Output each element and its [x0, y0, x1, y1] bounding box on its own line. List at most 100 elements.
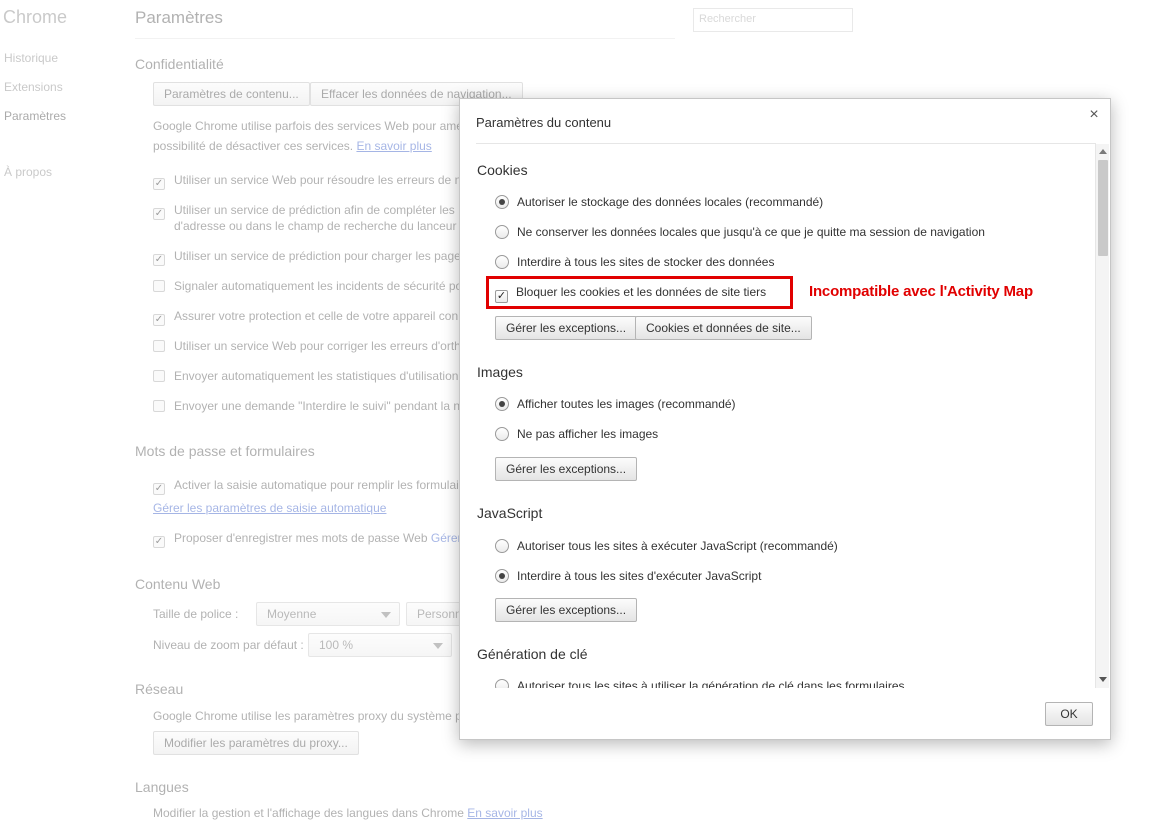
annotation-highlight-box [486, 276, 793, 309]
check-label: d'adresse ou dans le champ de recherche … [174, 219, 467, 233]
check-label: Signaler automatiquement les incidents d… [174, 279, 466, 293]
privacy-check-security-incidents[interactable]: Signaler automatiquement les incidents d… [153, 279, 466, 293]
images-option-hide[interactable]: Ne pas afficher les images [495, 427, 658, 441]
javascript-manage-exceptions-button[interactable]: Gérer les exceptions... [495, 598, 638, 622]
scroll-down-arrow-icon[interactable] [1099, 677, 1107, 682]
privacy-check-do-not-track[interactable]: Envoyer une demande "Interdire le suivi"… [153, 399, 460, 413]
languages-learn-more-link[interactable]: En savoir plus [467, 806, 542, 820]
save-passwords-check[interactable]: ✓ Proposer d'enregistrer mes mots de pass… [153, 531, 462, 548]
privacy-check-protection[interactable]: ✓ Assurer votre protection et celle de vo… [153, 309, 458, 326]
checkbox[interactable]: ✓ [153, 483, 165, 495]
customize-fonts-button[interactable]: Personn [406, 602, 466, 626]
radio-button[interactable] [495, 679, 509, 688]
search-input[interactable]: Rechercher [693, 8, 853, 32]
manage-passwords-link[interactable]: Gérer [431, 531, 462, 545]
dialog-title: Paramètres du contenu [476, 115, 612, 130]
images-manage-exceptions-button[interactable]: Gérer les exceptions... [495, 457, 638, 481]
cookies-site-data-button[interactable]: Cookies et données de site... [635, 316, 812, 340]
webcontent-heading: Contenu Web [135, 576, 221, 592]
cookies-option-session[interactable]: Ne conserver les données locales que jus… [495, 225, 985, 239]
option-label: Afficher toutes les images (recommandé) [517, 397, 736, 411]
checkbox[interactable] [153, 280, 165, 292]
privacy-description: Google Chrome utilise parfois des servic… [153, 119, 463, 133]
images-heading: Images [477, 364, 523, 380]
sidebar-item-settings[interactable]: Paramètres [4, 109, 66, 123]
checkbox[interactable]: ✓ [153, 208, 165, 220]
option-label: Ne conserver les données locales que jus… [517, 225, 985, 239]
network-heading: Réseau [135, 681, 184, 697]
close-icon[interactable]: × [1086, 107, 1102, 123]
ok-button[interactable]: OK [1045, 702, 1093, 726]
cookies-heading: Cookies [477, 162, 528, 178]
radio-button[interactable] [495, 255, 509, 269]
check-label: Utiliser un service de prédiction pour c… [174, 249, 461, 263]
zoom-select[interactable]: 100 % [308, 633, 452, 657]
checkbox[interactable]: ✓ [153, 536, 165, 548]
cookies-option-block[interactable]: Interdire à tous les sites de stocker de… [495, 255, 774, 269]
languages-description-line: Modifier la gestion et l'affichage des l… [153, 806, 543, 820]
languages-heading: Langues [135, 779, 189, 795]
checkbox[interactable] [153, 370, 165, 382]
images-option-show[interactable]: Afficher toutes les images (recommandé) [495, 397, 736, 411]
title-divider [135, 38, 675, 39]
check-label: Envoyer automatiquement les statistiques… [174, 369, 459, 383]
option-label: Autoriser le stockage des données locale… [517, 195, 824, 209]
privacy-check-prediction[interactable]: ✓ Utiliser un service de prédiction afin … [153, 203, 455, 220]
keygen-option-allow[interactable]: Autoriser tous les sites à utiliser la g… [495, 679, 905, 688]
content-settings-dialog: Paramètres du contenu × Cookies Autorise… [459, 98, 1111, 740]
privacy-check-preload[interactable]: ✓ Utiliser un service de prédiction pour … [153, 249, 461, 266]
checkbox[interactable] [153, 340, 165, 352]
autofill-check[interactable]: ✓ Activer la saisie automatique pour remp… [153, 478, 459, 495]
privacy-description-line2: possibilité de désactiver ces services. … [153, 139, 432, 153]
scroll-up-arrow-icon[interactable] [1099, 149, 1107, 154]
radio-button[interactable] [495, 569, 509, 583]
network-description: Google Chrome utilise les paramètres pro… [153, 709, 462, 723]
option-label: Interdire à tous les sites d'exécuter Ja… [517, 569, 762, 583]
font-size-value: Moyenne [267, 607, 317, 621]
sidebar-item-history[interactable]: Historique [4, 51, 58, 65]
font-size-select[interactable]: Moyenne [256, 602, 400, 626]
checkbox[interactable]: ✓ [153, 178, 165, 190]
check-label: Proposer d'enregistrer mes mots de passe… [174, 531, 428, 545]
languages-description: Modifier la gestion et l'affichage des l… [153, 806, 464, 820]
passwords-heading: Mots de passe et formulaires [135, 443, 315, 459]
checkbox[interactable]: ✓ [153, 314, 165, 326]
javascript-option-allow[interactable]: Autoriser tous les sites à exécuter Java… [495, 539, 838, 553]
radio-button[interactable] [495, 397, 509, 411]
scrollbar-thumb[interactable] [1098, 160, 1108, 256]
font-size-label: Taille de police : [153, 607, 239, 621]
dialog-scroll-content: Cookies Autoriser le stockage des donnée… [460, 144, 1096, 688]
check-label: Assurer votre protection et celle de vot… [174, 309, 459, 323]
javascript-option-block[interactable]: Interdire à tous les sites d'exécuter Ja… [495, 569, 761, 583]
dialog-scrollbar[interactable] [1095, 144, 1109, 688]
radio-button[interactable] [495, 427, 509, 441]
proxy-settings-button[interactable]: Modifier les paramètres du proxy... [153, 731, 359, 755]
radio-button[interactable] [495, 539, 509, 553]
radio-button[interactable] [495, 195, 509, 209]
option-label: Autoriser tous les sites à exécuter Java… [517, 539, 838, 553]
chevron-down-icon [433, 643, 443, 649]
radio-button[interactable] [495, 225, 509, 239]
zoom-label: Niveau de zoom par défaut : [153, 638, 304, 652]
content-settings-button[interactable]: Paramètres de contenu... [153, 82, 310, 106]
chevron-down-icon [381, 612, 391, 618]
sidebar-item-extensions[interactable]: Extensions [4, 80, 63, 94]
cookies-option-allow[interactable]: Autoriser le stockage des données locale… [495, 195, 823, 209]
annotation-label: Incompatible avec l'Activity Map [809, 283, 1033, 300]
cookies-manage-exceptions-button[interactable]: Gérer les exceptions... [495, 316, 638, 340]
privacy-check-spelling[interactable]: Utiliser un service Web pour corriger le… [153, 339, 461, 353]
privacy-learn-more-link[interactable]: En savoir plus [356, 139, 431, 153]
privacy-check-prediction-cont: d'adresse ou dans le champ de recherche … [174, 219, 466, 233]
privacy-heading: Confidentialité [135, 56, 224, 72]
privacy-check-nav-errors[interactable]: ✓ Utiliser un service Web pour résoudre l… [153, 173, 461, 190]
privacy-check-usage-stats[interactable]: Envoyer automatiquement les statistiques… [153, 369, 458, 383]
sidebar-item-about[interactable]: À propos [4, 165, 52, 179]
autofill-settings-link[interactable]: Gérer les paramètres de saisie automatiq… [153, 501, 386, 515]
check-label: Activer la saisie automatique pour rempl… [174, 478, 459, 492]
privacy-description-text: possibilité de désactiver ces services. [153, 139, 354, 153]
checkbox[interactable] [153, 400, 165, 412]
option-label: Ne pas afficher les images [517, 427, 659, 441]
app-title: Chrome [3, 7, 68, 27]
checkbox[interactable]: ✓ [153, 254, 165, 266]
check-label: Utiliser un service de prédiction afin d… [174, 203, 455, 217]
